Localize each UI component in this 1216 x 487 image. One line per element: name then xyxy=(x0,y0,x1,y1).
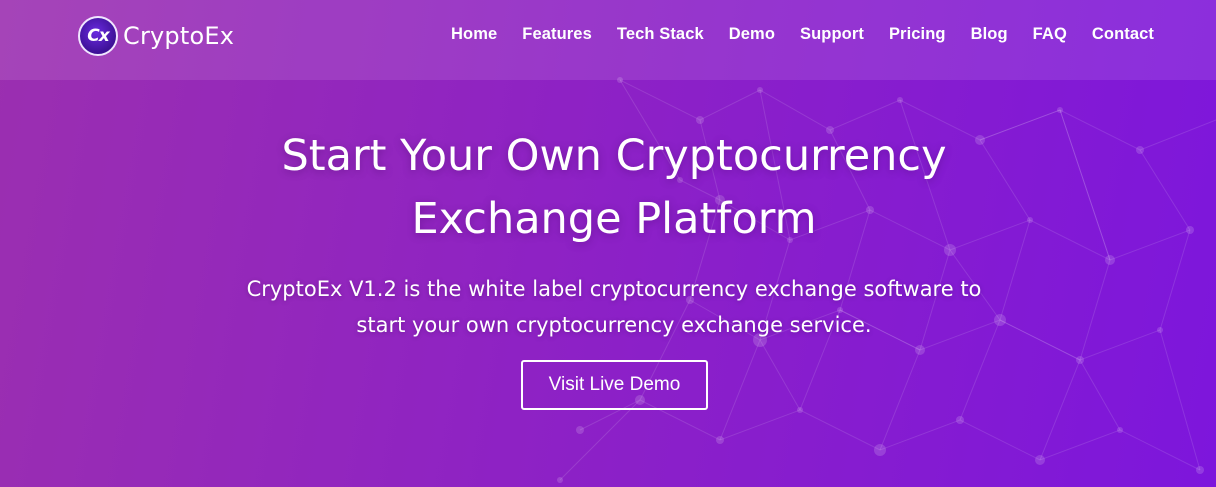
hero-subtitle-line-1: CryptoEx V1.2 is the white label cryptoc… xyxy=(246,277,982,301)
nav-item-pricing[interactable]: Pricing xyxy=(889,25,946,44)
logo-icon: Cx xyxy=(78,16,118,56)
nav-item-contact[interactable]: Contact xyxy=(1092,25,1154,44)
nav-item-tech-stack[interactable]: Tech Stack xyxy=(617,25,704,44)
main-nav: Home Features Tech Stack Demo Support Pr… xyxy=(426,25,1154,44)
header-bar: Cx CryptoEx Home Features Tech Stack Dem… xyxy=(0,0,1216,80)
nav-item-features[interactable]: Features xyxy=(522,25,592,44)
visit-live-demo-button[interactable]: Visit Live Demo xyxy=(521,360,708,410)
nav-item-demo[interactable]: Demo xyxy=(729,25,775,44)
brand-logo[interactable]: Cx CryptoEx xyxy=(78,16,234,56)
hero-title-line-1: Start Your Own Cryptocurrency xyxy=(281,131,947,181)
nav-item-faq[interactable]: FAQ xyxy=(1033,25,1067,44)
nav-item-home[interactable]: Home xyxy=(451,25,497,44)
hero-subtitle-line-2: start your own cryptocurrency exchange s… xyxy=(356,313,872,337)
hero-title: Start Your Own Cryptocurrency Exchange P… xyxy=(0,125,1216,251)
brand-name: CryptoEx xyxy=(123,22,235,50)
nav-item-blog[interactable]: Blog xyxy=(971,25,1008,44)
nav-item-support[interactable]: Support xyxy=(800,25,864,44)
hero-title-line-2: Exchange Platform xyxy=(411,194,817,244)
hero-subtitle: CryptoEx V1.2 is the white label cryptoc… xyxy=(0,271,1216,343)
